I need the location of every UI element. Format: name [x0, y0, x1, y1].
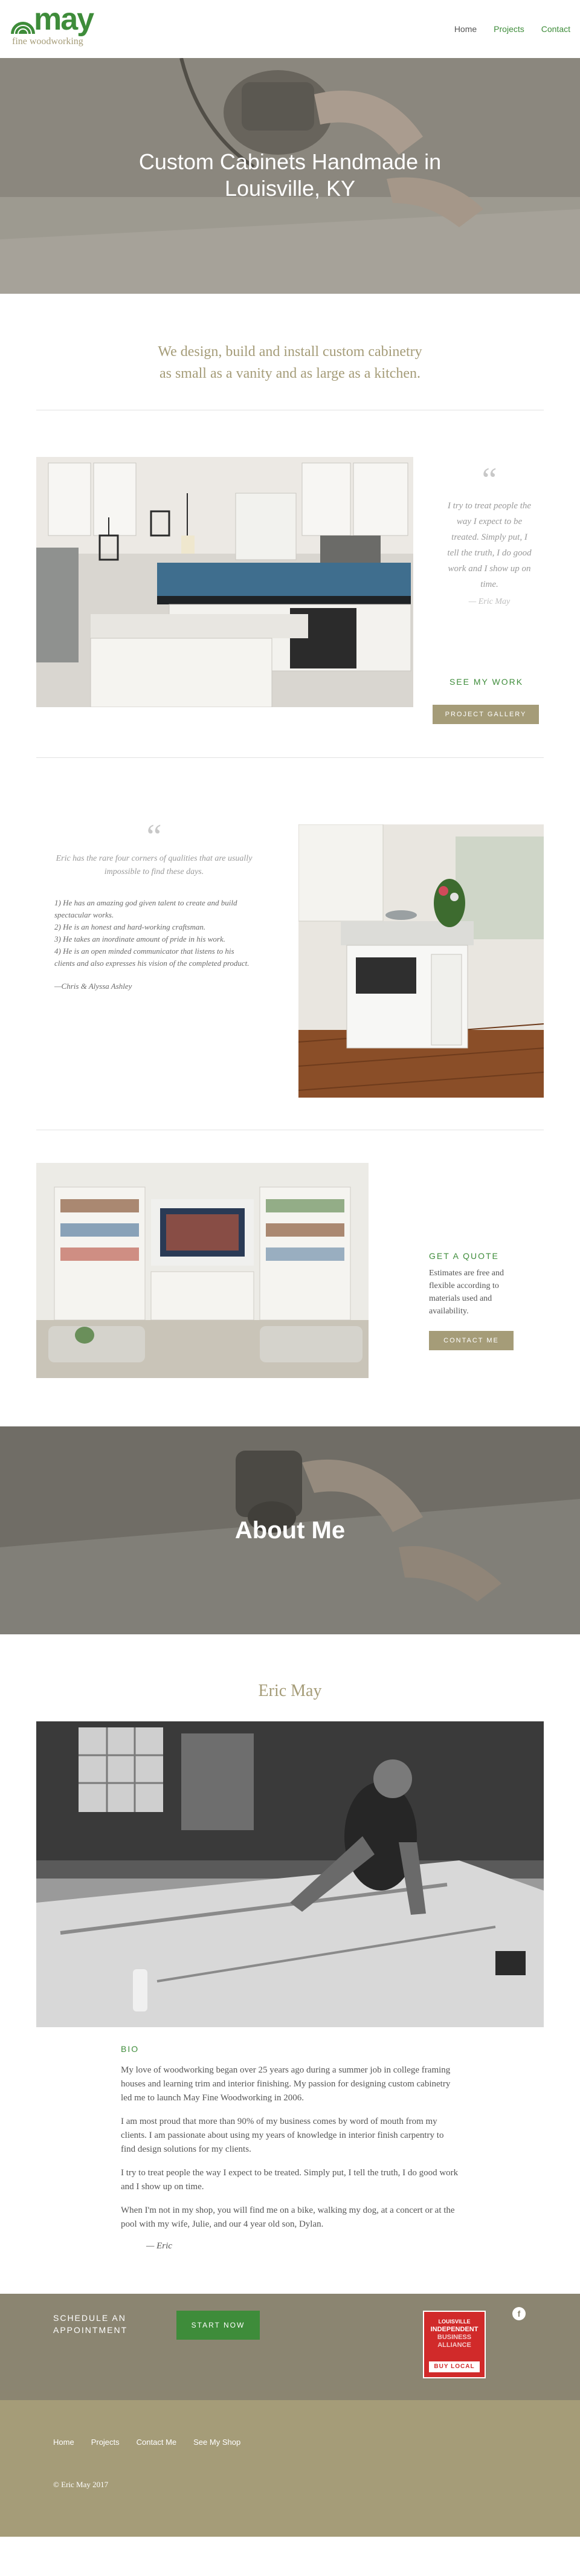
living-room-photo	[36, 1163, 369, 1378]
quote-mark: “	[482, 461, 497, 499]
schedule-line1: SCHEDULE AN	[53, 2313, 126, 2323]
hero-title-line2: Louisville, KY	[224, 176, 356, 201]
hero-banner: Custom Cabinets Handmade in Louisville, …	[0, 58, 580, 294]
bio-signature: — Eric	[146, 2241, 172, 2251]
quote-description: Estimates are free and flexible accordin…	[429, 1269, 504, 1316]
testimonial-1: “ I try to treat people the way I expect…	[447, 461, 532, 607]
quote-section: GET A QUOTE Estimates are free and flexi…	[0, 1130, 580, 1426]
kitchen-photo	[36, 457, 413, 707]
about-title: About Me	[234, 1517, 346, 1544]
start-now-button[interactable]: START NOW	[176, 2311, 260, 2340]
project-gallery-button[interactable]: PROJECT GALLERY	[433, 705, 539, 724]
hero-title-line1: Custom Cabinets Handmade in	[138, 149, 442, 174]
eric-photo	[36, 1721, 544, 2027]
testimonial-2-points: 1) He has an amazing god given talent to…	[54, 897, 254, 969]
site-footer: SCHEDULE AN APPOINTMENT START NOW f LOUI…	[0, 2294, 580, 2537]
tagline-line2: as small as a vanity and as large as a k…	[159, 366, 421, 381]
testimonial-point: 3) He takes an inordinate amount of prid…	[54, 934, 225, 943]
testimonial-section: “ Eric has the rare four corners of qual…	[0, 758, 580, 1130]
buy-local-badge[interactable]: LOUISVILLE INDEPENDENT BUSINESS ALLIANCE…	[423, 2311, 486, 2378]
badge-line2: INDEPENDENT	[430, 2326, 478, 2333]
about-section: Eric May BIO My love of woodworking bega…	[0, 1634, 580, 2294]
quote-box: GET A QUOTE Estimates are free and flexi…	[429, 1251, 526, 1350]
facebook-icon[interactable]: f	[512, 2307, 526, 2320]
badge-line3: BUSINESS	[437, 2334, 472, 2341]
testimonial-2: “ Eric has the rare four corners of qual…	[54, 818, 254, 991]
schedule-line2: APPOINTMENT	[53, 2325, 128, 2335]
bio-paragraph: When I'm not in my shop, you will find m…	[121, 2205, 455, 2229]
bio: BIO My love of woodworking began over 25…	[121, 2044, 459, 2251]
facebook-glyph: f	[517, 2309, 521, 2319]
about-banner: About Me	[0, 1426, 580, 1634]
copyright: © Eric May 2017	[53, 2480, 109, 2489]
logo-wordmark: may	[34, 2, 94, 37]
testimonial-1-cite: — Eric May	[468, 597, 511, 606]
testimonial-1-text: I try to treat people the way I expect t…	[447, 501, 532, 589]
living-room-image	[36, 1163, 369, 1378]
tagline: We design, build and install custom cabi…	[0, 294, 580, 384]
tagline-section: We design, build and install custom cabi…	[0, 294, 580, 450]
nav-home[interactable]: Home	[454, 24, 477, 34]
footer-nav: Home Projects Contact Me See My Shop	[53, 2438, 240, 2447]
nav-projects[interactable]: Projects	[494, 24, 524, 34]
quote-mark: “	[146, 818, 162, 855]
badge-line1: LOUISVILLE	[438, 2319, 471, 2325]
island-image	[298, 824, 544, 1098]
eric-name-heading: Eric May	[258, 1681, 322, 1700]
contact-me-button[interactable]: CONTACT ME	[429, 1331, 514, 1350]
see-my-work-link[interactable]: SEE MY WORK	[432, 677, 541, 687]
footer-link-projects[interactable]: Projects	[91, 2438, 120, 2447]
footer-link-home[interactable]: Home	[53, 2438, 74, 2447]
bio-paragraph: I try to treat people the way I expect t…	[121, 2168, 459, 2192]
kitchen-image	[36, 457, 413, 707]
bio-paragraph: My love of woodworking began over 25 yea…	[121, 2065, 451, 2103]
site-header: may fine woodworking Home Projects Conta…	[0, 0, 580, 58]
main-nav: Home Projects Contact	[454, 24, 570, 34]
bio-label: BIO	[121, 2044, 140, 2054]
testimonial-point: 1) He has an amazing god given talent to…	[54, 898, 237, 919]
logo-link[interactable]: may fine woodworking	[10, 4, 94, 50]
badge-bottom: BUY LOCAL	[429, 2361, 480, 2372]
tagline-line1: We design, build and install custom cabi…	[158, 344, 422, 360]
nav-contact[interactable]: Contact	[541, 24, 570, 34]
footer-cta-bar: SCHEDULE AN APPOINTMENT START NOW f LOUI…	[0, 2294, 580, 2400]
testimonial-2-cite: —Chris & Alyssa Ashley	[54, 982, 132, 991]
badge-text: LOUISVILLE INDEPENDENT BUSINESS ALLIANCE	[424, 2312, 485, 2349]
footer-link-contact[interactable]: Contact Me	[137, 2438, 176, 2447]
testimonial-point: 2) He is an honest and hard-working craf…	[54, 922, 206, 931]
footer-links-bar: Home Projects Contact Me See My Shop © E…	[0, 2400, 580, 2537]
eric-workshop-image	[36, 1721, 544, 2027]
testimonial-point: 4) He is an open minded communicator tha…	[54, 947, 250, 968]
logo-subtitle: fine woodworking	[12, 36, 83, 47]
bio-paragraph: I am most proud that more than 90% of my…	[121, 2117, 444, 2154]
schedule-text: SCHEDULE AN APPOINTMENT	[53, 2312, 127, 2336]
island-photo	[298, 824, 544, 1098]
get-a-quote-heading: GET A QUOTE	[429, 1251, 499, 1261]
footer-link-shop[interactable]: See My Shop	[193, 2438, 240, 2447]
testimonial-2-intro: Eric has the rare four corners of qualit…	[56, 854, 253, 876]
badge-line4: ALLIANCE	[437, 2341, 471, 2349]
hero-title: Custom Cabinets Handmade in Louisville, …	[0, 149, 580, 202]
logo-mark-icon	[11, 22, 35, 34]
kitchen-section: “ I try to treat people the way I expect…	[0, 450, 580, 758]
